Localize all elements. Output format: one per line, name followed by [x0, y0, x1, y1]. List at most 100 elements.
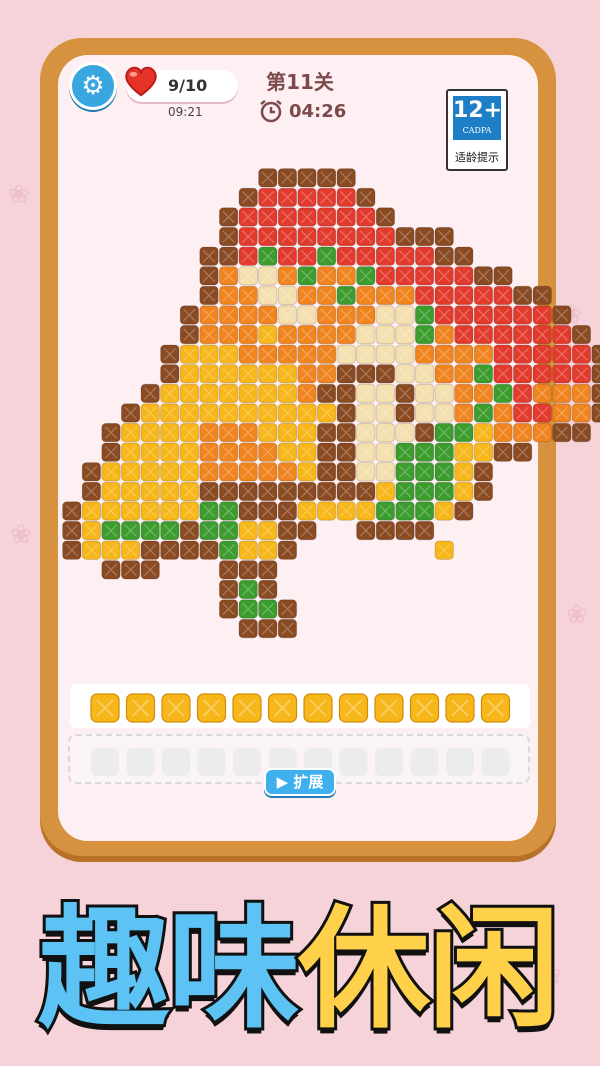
puzzle-tile[interactable]: [179, 501, 199, 521]
puzzle-tile[interactable]: [473, 364, 494, 384]
puzzle-tile[interactable]: [277, 266, 298, 286]
puzzle-tile[interactable]: [513, 285, 533, 306]
puzzle-tile[interactable]: [218, 560, 239, 580]
puzzle-tile[interactable]: [356, 481, 376, 502]
puzzle-tile[interactable]: [199, 266, 219, 286]
puzzle-tile[interactable]: [414, 442, 435, 462]
puzzle-tile[interactable]: [238, 619, 258, 639]
puzzle-tile[interactable]: [258, 207, 278, 227]
puzzle-tile[interactable]: [277, 599, 298, 619]
puzzle-tile[interactable]: [532, 364, 552, 384]
puzzle-tile[interactable]: [316, 266, 337, 286]
puzzle-tile[interactable]: [513, 383, 533, 404]
puzzle-tile[interactable]: [356, 226, 376, 247]
puzzle-tile[interactable]: [121, 422, 141, 443]
puzzle-tile[interactable]: [454, 481, 474, 502]
puzzle-tile[interactable]: [179, 364, 199, 384]
puzzle-tile[interactable]: [571, 383, 592, 404]
puzzle-tile[interactable]: [277, 187, 298, 207]
puzzle-tile[interactable]: [316, 187, 337, 207]
puzzle-tile[interactable]: [336, 383, 356, 404]
puzzle-tile[interactable]: [238, 501, 258, 521]
puzzle-tile[interactable]: [414, 481, 435, 502]
puzzle-tile[interactable]: [552, 344, 572, 364]
puzzle-tile[interactable]: [199, 305, 219, 325]
puzzle-tile[interactable]: [454, 383, 474, 404]
puzzle-tile[interactable]: [414, 344, 435, 364]
puzzle-tile[interactable]: [336, 344, 356, 364]
puzzle-tile[interactable]: [454, 266, 474, 286]
puzzle-tile[interactable]: [473, 442, 494, 462]
puzzle-tile[interactable]: [493, 442, 513, 462]
puzzle-tile[interactable]: [434, 383, 454, 404]
puzzle-tile[interactable]: [277, 305, 298, 325]
puzzle-tile[interactable]: [101, 540, 121, 560]
puzzle-tile[interactable]: [62, 521, 82, 541]
puzzle-tile[interactable]: [493, 403, 513, 423]
puzzle-tile[interactable]: [356, 403, 376, 423]
puzzle-tile[interactable]: [297, 187, 317, 207]
puzzle-tile[interactable]: [277, 168, 298, 188]
puzzle-tile[interactable]: [395, 246, 415, 266]
puzzle-tile[interactable]: [62, 501, 82, 521]
puzzle-tile[interactable]: [316, 462, 337, 482]
puzzle-tile[interactable]: [238, 560, 258, 580]
puzzle-tile[interactable]: [336, 187, 356, 207]
puzzle-tile[interactable]: [414, 226, 435, 247]
puzzle-tile[interactable]: [454, 462, 474, 482]
puzzle-tile[interactable]: [160, 501, 180, 521]
puzzle-tile[interactable]: [179, 383, 199, 404]
puzzle-tile[interactable]: [238, 305, 258, 325]
puzzle-tile[interactable]: [356, 187, 376, 207]
puzzle-tile[interactable]: [356, 344, 376, 364]
puzzle-tile[interactable]: [238, 403, 258, 423]
puzzle-tile[interactable]: [218, 481, 239, 502]
puzzle-tile[interactable]: [513, 442, 533, 462]
puzzle-tile[interactable]: [473, 403, 494, 423]
puzzle-tile[interactable]: [258, 481, 278, 502]
puzzle-tile[interactable]: [160, 364, 180, 384]
puzzle-tile[interactable]: [434, 226, 454, 247]
puzzle-tile[interactable]: [336, 266, 356, 286]
puzzle-tile[interactable]: [258, 285, 278, 306]
puzzle-tile[interactable]: [316, 344, 337, 364]
puzzle-tile[interactable]: [199, 364, 219, 384]
puzzle-tile[interactable]: [101, 442, 121, 462]
puzzle-tile[interactable]: [101, 422, 121, 443]
puzzle-tile[interactable]: [493, 285, 513, 306]
puzzle-tile[interactable]: [375, 442, 396, 462]
puzzle-tile[interactable]: [238, 422, 258, 443]
puzzle-tile[interactable]: [336, 168, 356, 188]
puzzle-tile[interactable]: [513, 364, 533, 384]
puzzle-tile[interactable]: [218, 383, 239, 404]
puzzle-tile[interactable]: [258, 442, 278, 462]
puzzle-tile[interactable]: [375, 521, 396, 541]
puzzle-tile[interactable]: [238, 246, 258, 266]
puzzle-tile[interactable]: [395, 305, 415, 325]
puzzle-tile[interactable]: [414, 246, 435, 266]
puzzle-tile[interactable]: [218, 344, 239, 364]
puzzle-tile[interactable]: [81, 501, 101, 521]
puzzle-tile[interactable]: [297, 226, 317, 247]
puzzle-tile[interactable]: [316, 207, 337, 227]
puzzle-tile[interactable]: [395, 285, 415, 306]
puzzle-tile[interactable]: [277, 481, 298, 502]
puzzle-tile[interactable]: [375, 344, 396, 364]
puzzle-tile[interactable]: [258, 560, 278, 580]
puzzle-tile[interactable]: [238, 481, 258, 502]
puzzle-tile[interactable]: [434, 481, 454, 502]
puzzle-tile[interactable]: [258, 305, 278, 325]
puzzle-tile[interactable]: [356, 364, 376, 384]
puzzle-tile[interactable]: [160, 481, 180, 502]
puzzle-tile[interactable]: [238, 324, 258, 345]
puzzle-tile[interactable]: [493, 364, 513, 384]
puzzle-tile[interactable]: [218, 422, 239, 443]
expand-button[interactable]: ▶ 扩展: [264, 768, 336, 796]
puzzle-tile[interactable]: [160, 462, 180, 482]
puzzle-tile[interactable]: [140, 383, 160, 404]
puzzle-tile[interactable]: [473, 324, 494, 345]
puzzle-tile[interactable]: [454, 324, 474, 345]
puzzle-tile[interactable]: [356, 442, 376, 462]
puzzle-tile[interactable]: [336, 364, 356, 384]
puzzle-tile[interactable]: [395, 266, 415, 286]
